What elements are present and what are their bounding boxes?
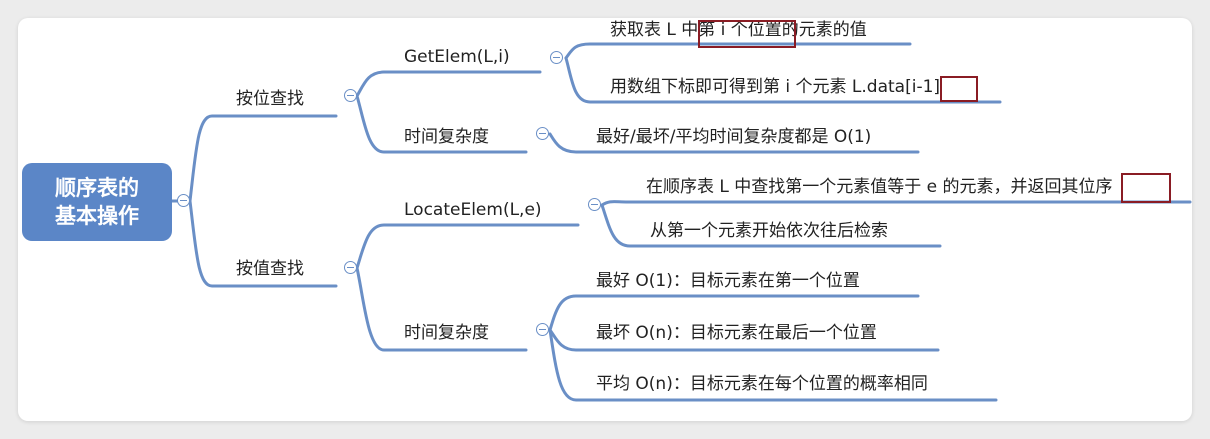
node-getelem-desc2[interactable]: 用数组下标即可得到第 i 个元素 L.data[i-1]	[610, 76, 940, 98]
node-by-position[interactable]: 按位查找	[236, 88, 304, 110]
node-locate-desc1[interactable]: 在顺序表 L 中查找第一个元素值等于 e 的元素，并返回其位序	[646, 176, 1113, 198]
highlight-box-index	[940, 76, 978, 102]
node-position-time-desc[interactable]: 最好/最坏/平均时间复杂度都是 O(1)	[596, 126, 871, 148]
edge-byvalue-locate	[355, 223, 580, 270]
root-label-line2: 基本操作	[55, 204, 139, 228]
node-getelem[interactable]: GetElem(L,i)	[404, 46, 510, 68]
collapse-minus-icon[interactable]	[344, 261, 357, 274]
collapse-minus-icon[interactable]	[177, 194, 190, 207]
edge-locate-desc1	[600, 200, 1192, 207]
collapse-minus-icon[interactable]	[536, 127, 549, 140]
collapse-minus-icon[interactable]	[344, 89, 357, 102]
root-node[interactable]: 顺序表的 基本操作	[22, 163, 172, 241]
node-time-best[interactable]: 最好 O(1)：目标元素在第一个位置	[596, 270, 860, 292]
collapse-minus-icon[interactable]	[536, 323, 549, 336]
edge-byposition-getelem	[355, 70, 542, 98]
node-time-avg[interactable]: 平均 O(n)：目标元素在每个位置的概率相同	[596, 373, 928, 395]
collapse-minus-icon[interactable]	[550, 51, 563, 64]
highlight-box-position	[698, 20, 796, 48]
node-value-time[interactable]: 时间复杂度	[404, 322, 489, 344]
edge-root-by-position	[188, 114, 338, 203]
root-label-line1: 顺序表的	[55, 176, 139, 200]
highlight-box-order	[1121, 173, 1171, 203]
node-time-worst[interactable]: 最坏 O(n)：目标元素在最后一个位置	[596, 322, 877, 344]
node-locateelem[interactable]: LocateElem(L,e)	[404, 199, 542, 221]
node-by-value[interactable]: 按值查找	[236, 258, 304, 280]
collapse-minus-icon[interactable]	[588, 198, 601, 211]
node-position-time[interactable]: 时间复杂度	[404, 126, 489, 148]
node-locate-desc2[interactable]: 从第一个元素开始依次往后检索	[650, 220, 888, 242]
